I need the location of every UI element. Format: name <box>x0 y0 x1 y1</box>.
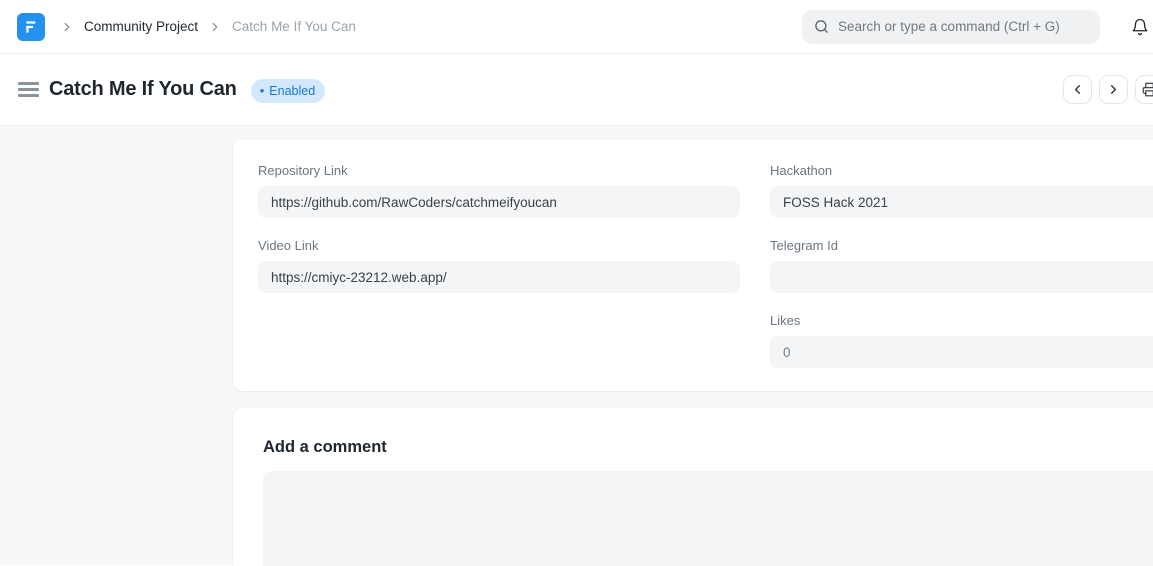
top-navbar: Community Project Catch Me If You Can <box>0 0 1153 54</box>
form-field-likes: Likes <box>770 313 1153 368</box>
repository-link-input[interactable] <box>258 186 740 218</box>
frappe-logo[interactable] <box>17 13 45 41</box>
page-head: Catch Me If You Can • Enabled <box>0 54 1153 126</box>
status-badge: • Enabled <box>251 79 325 103</box>
printer-icon <box>1142 82 1153 97</box>
field-label: Repository Link <box>258 163 740 178</box>
field-label: Hackathon <box>770 163 1153 178</box>
breadcrumb-link-community-project[interactable]: Community Project <box>84 19 198 34</box>
prev-record-button[interactable] <box>1063 75 1092 104</box>
search-input[interactable] <box>838 19 1088 34</box>
comment-input[interactable] <box>263 471 1153 566</box>
form-field-hackathon: Hackathon <box>770 163 1153 218</box>
comment-heading: Add a comment <box>263 438 1153 457</box>
form-left-column: Repository Link Video Link <box>258 163 740 368</box>
video-link-input[interactable] <box>258 261 740 293</box>
status-dot: • <box>260 84 265 97</box>
hamburger-icon <box>18 82 39 85</box>
likes-input[interactable] <box>770 336 1153 368</box>
sidebar-toggle-button[interactable] <box>18 82 39 97</box>
field-label: Telegram Id <box>770 238 1153 253</box>
notifications-button[interactable] <box>1131 18 1149 36</box>
form-section-card: Repository Link Video Link Hackathon Tel… <box>233 140 1153 391</box>
field-label: Likes <box>770 313 1153 328</box>
next-record-button[interactable] <box>1099 75 1128 104</box>
app-window: Community Project Catch Me If You Can Ca… <box>0 0 1153 566</box>
field-label: Video Link <box>258 238 740 253</box>
status-badge-label: Enabled <box>269 84 315 98</box>
search-icon <box>814 19 829 34</box>
breadcrumb: Community Project Catch Me If You Can <box>17 13 356 41</box>
chevron-right-icon <box>1106 82 1121 97</box>
chevron-left-icon <box>1070 82 1085 97</box>
chevron-right-icon <box>60 20 74 34</box>
bell-icon <box>1131 18 1149 36</box>
page-body: Repository Link Video Link Hackathon Tel… <box>0 126 1153 565</box>
form-field-telegram-id: Telegram Id <box>770 238 1153 293</box>
comment-section-card: Add a comment <box>233 408 1153 566</box>
form-field-video-link: Video Link <box>258 238 740 293</box>
frappe-logo-icon <box>23 19 39 35</box>
form-right-column: Hackathon Telegram Id Likes <box>770 163 1153 368</box>
global-search[interactable] <box>802 10 1100 44</box>
page-title: Catch Me If You Can <box>49 78 237 101</box>
chevron-right-icon <box>208 20 222 34</box>
hackathon-input[interactable] <box>770 186 1153 218</box>
telegram-id-input[interactable] <box>770 261 1153 293</box>
navbar-actions <box>802 10 1150 44</box>
print-button[interactable] <box>1135 75 1153 104</box>
record-nav-buttons <box>1063 75 1153 104</box>
form-field-repository-link: Repository Link <box>258 163 740 218</box>
breadcrumb-current: Catch Me If You Can <box>232 19 356 34</box>
